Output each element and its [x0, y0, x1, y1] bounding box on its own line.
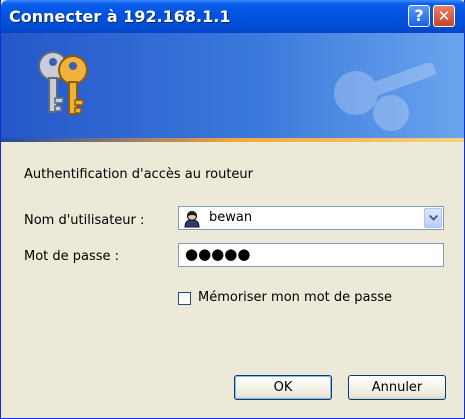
- username-value: bewan: [209, 210, 253, 225]
- username-label: Nom d'utilisateur :: [24, 213, 145, 228]
- password-field[interactable]: ●●●●●: [178, 243, 444, 267]
- keys-icon: [38, 51, 88, 115]
- cancel-button[interactable]: Annuler: [348, 375, 446, 400]
- username-combobox[interactable]: bewan: [178, 206, 444, 230]
- username-dropdown-button[interactable]: [424, 208, 442, 228]
- password-label: Mot de passe :: [24, 249, 120, 264]
- banner-divider: [1, 138, 464, 142]
- help-button[interactable]: ?: [408, 5, 430, 27]
- remember-password-checkbox[interactable]: [178, 292, 191, 305]
- user-icon: [184, 210, 200, 228]
- login-dialog: Connecter à 192.168.1.1 ? ✕ Authentifica…: [0, 0, 465, 419]
- password-value: ●●●●●: [185, 245, 251, 263]
- dialog-prompt: Authentification d'accès au routeur: [24, 167, 254, 182]
- ok-button[interactable]: OK: [234, 375, 332, 400]
- window-title: Connecter à 192.168.1.1: [9, 7, 231, 26]
- chevron-down-icon: [429, 215, 438, 221]
- remember-password-label[interactable]: Mémoriser mon mot de passe: [198, 290, 392, 305]
- close-button[interactable]: ✕: [433, 5, 455, 27]
- title-bar[interactable]: Connecter à 192.168.1.1 ? ✕: [1, 0, 465, 33]
- keys-watermark-icon: [334, 63, 437, 131]
